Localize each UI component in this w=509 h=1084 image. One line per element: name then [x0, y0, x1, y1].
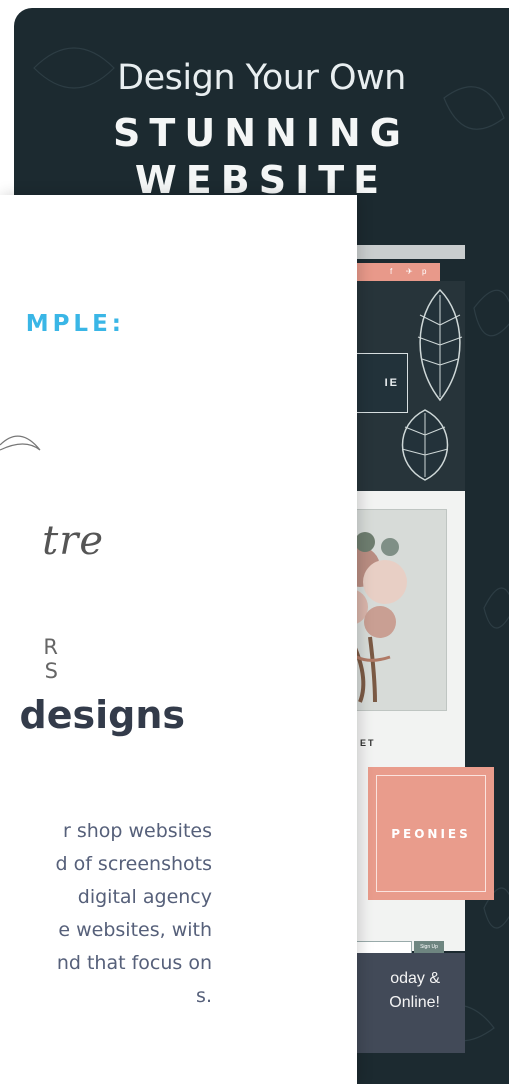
mock-signup-button: Sign Up: [414, 941, 444, 953]
leaf-icon: [401, 409, 449, 481]
paragraph-line: s.: [196, 985, 212, 1007]
mock-section-label: ET: [360, 738, 376, 748]
logo-script-word: tre: [42, 518, 104, 564]
example-label: MPLE:: [25, 311, 125, 337]
peonies-label: PEONIES: [376, 775, 486, 892]
paragraph-line: d of screenshots: [55, 853, 212, 875]
leaf-icon: [417, 288, 463, 402]
paragraph-line: digital agency: [77, 886, 212, 908]
description-paragraph: r shop websites d of screenshots digital…: [0, 815, 212, 1013]
example-card: MPLE: tre R S designs r shop websites d …: [0, 195, 357, 1084]
paragraph-line: nd that focus on: [56, 952, 212, 974]
pinterest-icon: p: [422, 267, 427, 276]
poster-title-line1: Design Your Own: [117, 58, 406, 98]
paragraph-line: e websites, with: [58, 919, 212, 941]
poster-title-line2: STUNNING: [113, 111, 410, 155]
swirl-logo-icon: [0, 435, 41, 451]
facebook-icon: f: [390, 267, 393, 276]
logo-subtitle: R S: [43, 635, 72, 683]
twitter-icon: ✈: [406, 267, 413, 276]
paragraph-line: r shop websites: [62, 820, 212, 842]
section-heading: designs: [19, 693, 186, 737]
peonies-card: PEONIES: [368, 767, 494, 900]
